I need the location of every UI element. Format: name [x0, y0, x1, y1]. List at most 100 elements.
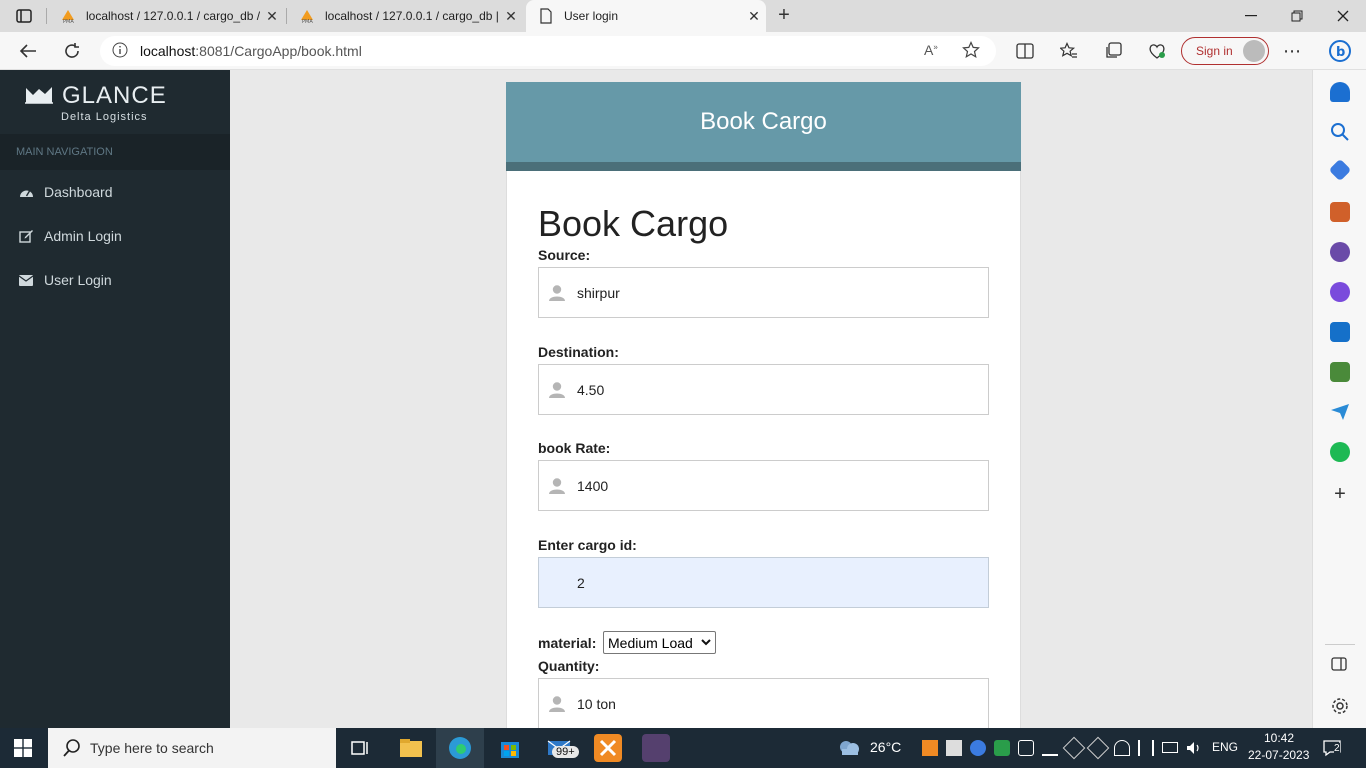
sidebar-item-dashboard[interactable]: Dashboard	[0, 172, 230, 212]
mail-badge: 99+	[552, 746, 579, 758]
collections-icon[interactable]	[1099, 39, 1127, 63]
tray-app-icon[interactable]	[946, 740, 962, 756]
clock-time[interactable]: 10:42	[1264, 731, 1294, 745]
sidebar-item-admin-login[interactable]: Admin Login	[0, 216, 230, 256]
security-shield-icon[interactable]	[994, 740, 1010, 756]
browser-toolbar: localhost:8081/CargoApp/book.html A» Sig…	[0, 32, 1366, 70]
refresh-icon[interactable]	[58, 39, 86, 63]
sign-in-button[interactable]: Sign in	[1181, 37, 1269, 65]
close-tab-icon[interactable]: ✕	[260, 8, 284, 25]
search-icon[interactable]	[1330, 122, 1350, 142]
browser-tab-phpmyadmin-2[interactable]: PMA localhost / 127.0.0.1 / cargo_db | ✕	[287, 0, 523, 32]
browser-tab-active[interactable]: User login ✕	[526, 0, 766, 32]
bluetooth-tray-icon[interactable]	[970, 740, 986, 756]
hide-sidebar-icon[interactable]	[1330, 656, 1350, 676]
user-icon	[547, 283, 567, 303]
svg-text:PMA: PMA	[302, 19, 313, 24]
more-menu-icon[interactable]: ⋯	[1278, 39, 1306, 63]
form-title: Book Cargo	[538, 203, 729, 244]
user-icon	[547, 380, 567, 400]
book-rate-field[interactable]: 1400	[538, 460, 989, 511]
tab-title: localhost / 127.0.0.1 / cargo_db /	[86, 9, 260, 23]
close-tab-icon[interactable]: ✕	[499, 8, 523, 25]
weather-icon[interactable]	[836, 734, 862, 762]
book-rate-label: book Rate:	[538, 440, 611, 456]
edit-icon	[18, 229, 34, 243]
source-value: shirpur	[577, 284, 620, 301]
send-arrow-icon[interactable]	[1330, 402, 1350, 422]
battery-icon[interactable]	[1162, 742, 1178, 753]
material-selected-value: Medium Load	[608, 634, 693, 651]
language-indicator[interactable]: ENG	[1212, 740, 1238, 754]
tray-app-icon[interactable]	[1114, 740, 1130, 756]
game-app-icon[interactable]	[642, 734, 670, 762]
windows-start-icon[interactable]	[14, 739, 32, 757]
tools-briefcase-icon[interactable]	[1330, 202, 1350, 222]
phpmyadmin-icon: PMA	[301, 10, 313, 24]
url-path: :8081/CargoApp/book.html	[195, 43, 362, 59]
designer-icon[interactable]	[1330, 362, 1350, 382]
book-cargo-card: Book Cargo Book Cargo Source: shirpur De…	[506, 82, 1021, 728]
avatar-icon	[1243, 40, 1265, 62]
microsoft-store-icon[interactable]	[496, 734, 524, 762]
brand-subtitle: Delta Logistics	[61, 111, 148, 123]
games-icon[interactable]	[1330, 242, 1350, 262]
network-tray-icon[interactable]	[1042, 740, 1058, 756]
card-header: Book Cargo	[506, 82, 1021, 162]
cargo-id-field[interactable]: 2	[538, 557, 989, 608]
power-plug-icon[interactable]	[1138, 740, 1154, 756]
favorite-star-icon[interactable]	[962, 41, 980, 64]
settings-gear-icon[interactable]	[1330, 696, 1350, 716]
read-aloud-icon[interactable]: A»	[924, 42, 938, 58]
close-window-button[interactable]	[1320, 0, 1366, 32]
sidebar-item-label: Dashboard	[44, 184, 113, 200]
shopping-tag-icon[interactable]	[1328, 158, 1352, 182]
destination-field[interactable]: 4.50	[538, 364, 989, 415]
tray-app-icon[interactable]	[1086, 736, 1110, 760]
browser-essentials-icon[interactable]	[1143, 39, 1171, 63]
address-bar[interactable]: localhost:8081/CargoApp/book.html A»	[100, 36, 996, 66]
edge-browser-icon[interactable]	[446, 734, 474, 762]
sidebar-item-label: Admin Login	[44, 228, 122, 244]
outlook-icon[interactable]	[1330, 322, 1350, 342]
clock-date[interactable]: 22-07-2023	[1248, 748, 1309, 762]
new-tab-button[interactable]: +	[772, 4, 796, 28]
file-explorer-icon[interactable]	[397, 734, 425, 762]
temperature: 26°C	[870, 739, 902, 755]
destination-label: Destination:	[538, 344, 619, 360]
notification-bell-icon[interactable]	[1330, 82, 1350, 102]
restore-button[interactable]	[1274, 0, 1320, 32]
close-tab-icon[interactable]: ✕	[742, 8, 766, 25]
destination-value: 4.50	[577, 381, 605, 398]
browser-tab-phpmyadmin-1[interactable]: PMA localhost / 127.0.0.1 / cargo_db / ✕	[48, 0, 284, 32]
area-chart-logo-icon	[25, 87, 53, 104]
favorites-icon[interactable]	[1055, 39, 1083, 63]
bing-copilot-icon[interactable]: b	[1326, 39, 1354, 63]
book-rate-value: 1400	[577, 477, 609, 494]
xampp-icon[interactable]	[594, 734, 622, 762]
speaker-icon[interactable]	[1186, 740, 1202, 756]
chevron-down-icon	[701, 639, 711, 646]
taskbar-search-box[interactable]: Type here to search	[48, 728, 336, 768]
back-arrow-icon[interactable]	[14, 39, 42, 63]
source-field[interactable]: shirpur	[538, 267, 989, 318]
sidebar-item-user-login[interactable]: User Login	[0, 260, 230, 300]
tray-app-icon[interactable]	[1062, 736, 1086, 760]
material-label: material:	[538, 635, 597, 651]
spotify-icon[interactable]	[1330, 442, 1350, 462]
minimize-button[interactable]	[1228, 0, 1274, 32]
quantity-field[interactable]: 10 ton	[538, 678, 989, 728]
microsoft-365-icon[interactable]	[1330, 282, 1350, 302]
user-icon	[547, 476, 567, 496]
camera-tray-icon[interactable]	[1018, 740, 1034, 756]
task-view-icon[interactable]	[346, 734, 374, 762]
xampp-tray-icon[interactable]	[922, 740, 938, 756]
cargo-id-value: 2	[577, 574, 585, 591]
tab-actions-icon[interactable]	[8, 4, 40, 28]
site-info-icon[interactable]	[100, 42, 140, 61]
material-select[interactable]: Medium Load	[603, 631, 716, 654]
add-icon[interactable]: +	[1330, 484, 1350, 504]
split-screen-icon[interactable]	[1011, 39, 1039, 63]
card-header-strip	[506, 162, 1021, 171]
sign-in-label: Sign in	[1196, 44, 1233, 58]
